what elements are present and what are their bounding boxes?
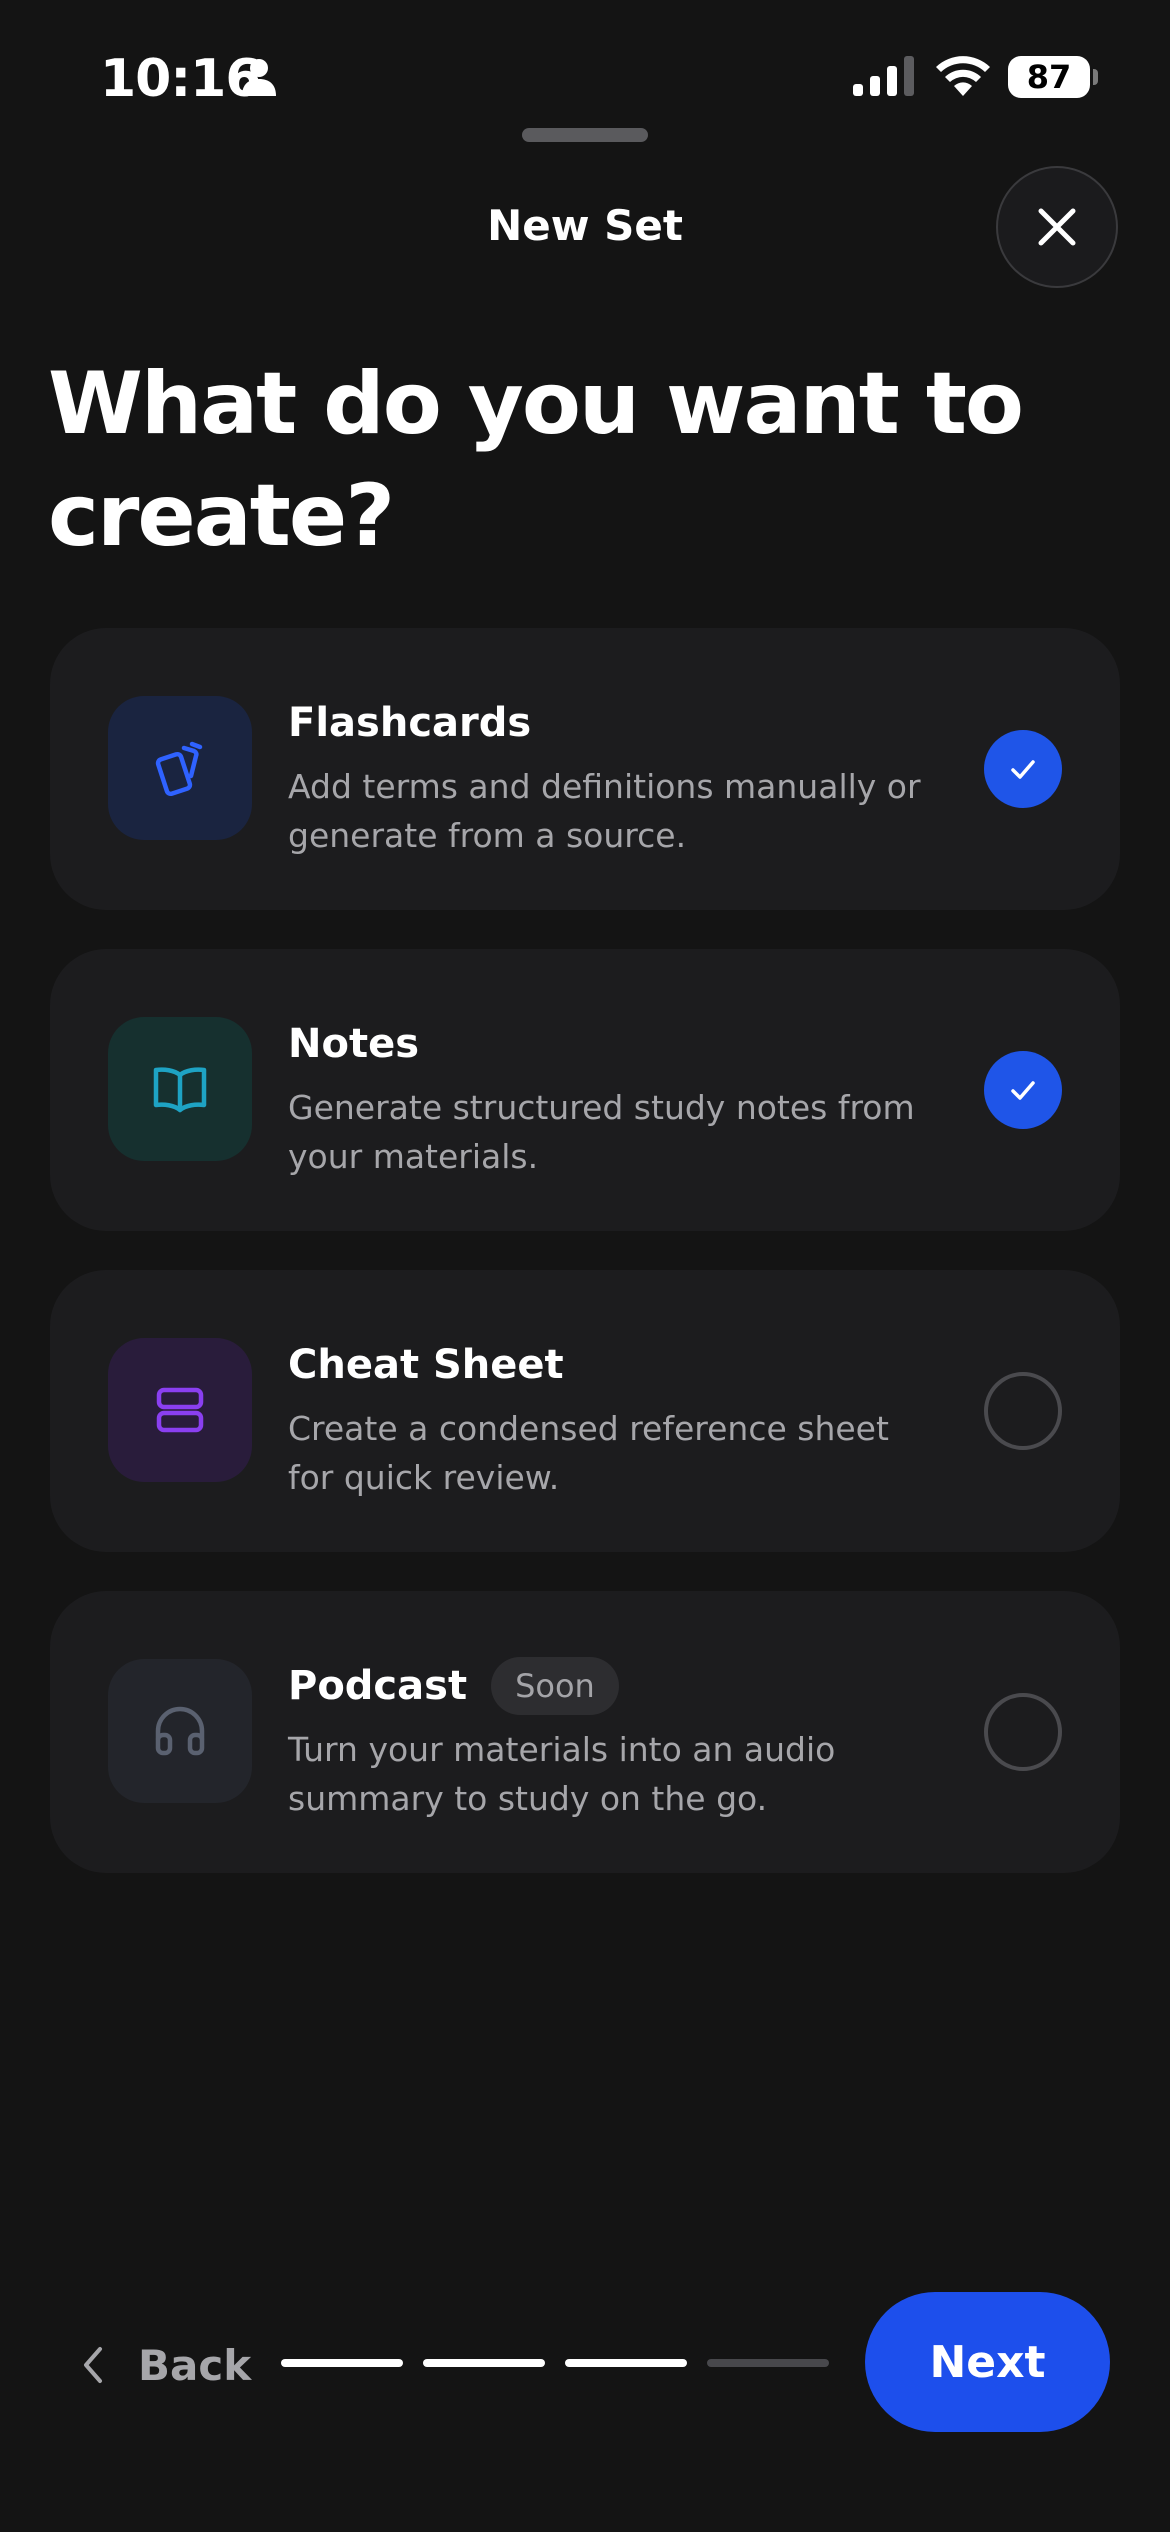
back-button[interactable]: Back	[78, 2320, 251, 2410]
option-flashcards[interactable]: Flashcards Add terms and definitions man…	[50, 628, 1120, 910]
battery-cap	[1093, 69, 1098, 85]
option-icon-box	[108, 1338, 252, 1482]
sheet-grabber[interactable]	[522, 128, 648, 142]
close-button[interactable]	[996, 166, 1118, 288]
option-checkbox[interactable]	[984, 1051, 1062, 1129]
signal-icon	[853, 56, 914, 96]
cheat-sheet-icon	[156, 1387, 204, 1433]
option-cheat-sheet[interactable]: Cheat Sheet Create a condensed reference…	[50, 1270, 1120, 1552]
option-description: Generate structured study notes from you…	[288, 1088, 915, 1176]
option-checkbox[interactable]	[984, 1693, 1062, 1771]
person-icon	[242, 59, 276, 96]
progress-segment	[707, 2359, 829, 2367]
option-checkbox[interactable]	[984, 1372, 1062, 1450]
option-title: Podcast	[288, 1663, 468, 1709]
option-notes[interactable]: Notes Generate structured study notes fr…	[50, 949, 1120, 1231]
option-description: Turn your materials into an audio summar…	[288, 1730, 836, 1818]
new-set-sheet: 10:16 87 New Set What do you want to cre…	[0, 0, 1170, 2532]
status-time: 10:16	[100, 49, 262, 109]
progress-segment	[565, 2359, 687, 2367]
battery-icon: 87	[1008, 56, 1090, 98]
option-checkbox[interactable]	[984, 730, 1062, 808]
flashcards-icon	[155, 741, 203, 797]
option-title: Notes	[288, 1021, 420, 1067]
checkmark-icon	[1011, 760, 1035, 779]
option-podcast[interactable]: Podcast Soon Turn your materials into an…	[50, 1591, 1120, 1873]
soon-badge: Soon	[491, 1657, 619, 1715]
next-button[interactable]: Next	[865, 2292, 1110, 2432]
option-list: Flashcards Add terms and definitions man…	[50, 628, 1120, 1912]
progress-segment	[281, 2359, 403, 2367]
option-title: Flashcards	[288, 700, 532, 746]
back-label: Back	[138, 2340, 252, 2390]
option-icon-box	[108, 1017, 252, 1161]
sheet-title: New Set	[487, 201, 683, 250]
headphones-icon	[155, 1706, 205, 1756]
wifi-icon	[936, 56, 990, 96]
chevron-left-icon	[84, 2347, 102, 2383]
option-icon-box	[108, 1659, 252, 1803]
page-title: What do you want to create?	[48, 354, 1024, 566]
book-icon	[153, 1067, 207, 1113]
option-description: Create a condensed reference sheet for q…	[288, 1409, 889, 1497]
progress-segment	[423, 2359, 545, 2367]
step-progress	[281, 2359, 849, 2367]
close-icon	[1038, 208, 1076, 246]
checkmark-icon	[1011, 1081, 1035, 1100]
option-icon-box	[108, 696, 252, 840]
option-title: Cheat Sheet	[288, 1342, 564, 1388]
option-description: Add terms and definitions manually or ge…	[288, 767, 921, 855]
